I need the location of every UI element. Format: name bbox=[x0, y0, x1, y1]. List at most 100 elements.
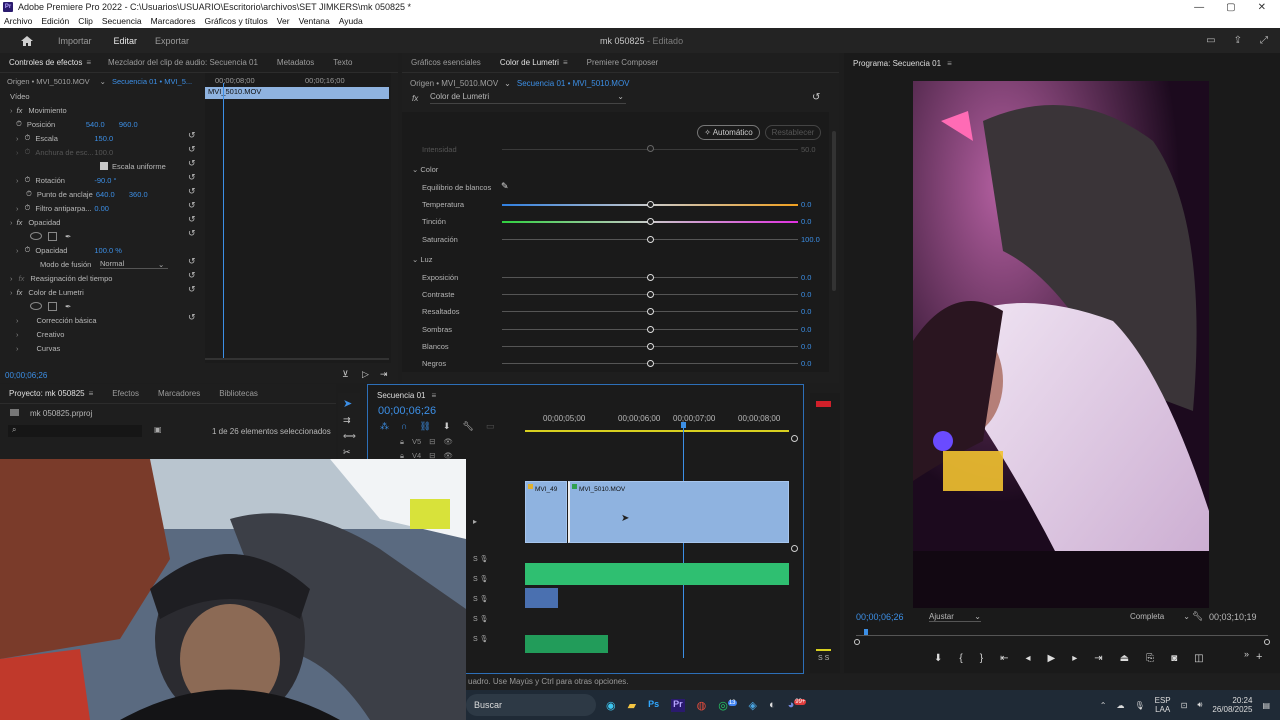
play-icon[interactable]: ▶ bbox=[1048, 653, 1056, 664]
stopwatch-icon[interactable]: ⏱ bbox=[25, 203, 31, 213]
razor-tool-icon[interactable]: ✂ bbox=[343, 447, 351, 458]
project-search-input[interactable]: ⌕ bbox=[8, 425, 142, 437]
ellipse-mask-icon[interactable] bbox=[30, 302, 42, 310]
linked-selection-icon[interactable]: ⛓ bbox=[419, 421, 430, 432]
premiere-taskbar-icon[interactable]: Pr bbox=[671, 698, 685, 712]
tab-premiere-composer[interactable]: Premiere Composer bbox=[587, 58, 659, 67]
captions-icon[interactable]: ▭ bbox=[486, 421, 495, 432]
meter-label[interactable]: S S bbox=[818, 655, 829, 662]
lift-icon[interactable]: ⏏ bbox=[1120, 653, 1129, 664]
eyedropper-icon[interactable]: ✎ bbox=[501, 181, 509, 192]
mic-icon[interactable]: 🎙︎ bbox=[1134, 701, 1144, 710]
program-playhead[interactable] bbox=[864, 629, 868, 635]
timeline-clip-mvi49[interactable]: MVI_49 bbox=[525, 481, 567, 543]
tab-proyecto[interactable]: Proyecto: mk 050825 bbox=[9, 389, 85, 398]
exposicion-knob[interactable] bbox=[647, 274, 654, 281]
marker-icon[interactable]: ⬇ bbox=[443, 421, 451, 432]
mark-in-icon[interactable]: { bbox=[959, 653, 962, 664]
lumetri-sequence[interactable]: Secuencia 01 • MVI_5010.MOV bbox=[517, 79, 630, 88]
stopwatch-icon[interactable]: ⏱ bbox=[25, 133, 31, 143]
timeline-clip-mvi5010[interactable]: MVI_5010.MOV bbox=[568, 481, 789, 543]
opacidad-value[interactable]: 100.0 % bbox=[94, 246, 122, 255]
panel-menu-icon[interactable]: ≡ bbox=[563, 58, 568, 67]
wrench-icon[interactable]: 🔧︎ bbox=[1192, 611, 1203, 622]
tincion-value[interactable]: 0.0 bbox=[801, 217, 811, 226]
rectangle-mask-icon[interactable] bbox=[48, 231, 57, 241]
track-select-tool-icon[interactable]: ⇉ bbox=[343, 415, 351, 426]
add-button-icon[interactable]: + bbox=[1256, 651, 1262, 663]
stopwatch-icon[interactable]: ⏱ bbox=[25, 245, 31, 255]
export-frame-icon[interactable]: ⇥ bbox=[380, 369, 388, 380]
timeline-playhead-line[interactable] bbox=[683, 428, 684, 658]
rectangle-mask-icon[interactable] bbox=[48, 301, 57, 311]
expand-track-icon[interactable]: ▸ bbox=[473, 517, 477, 526]
sequence-label[interactable]: Secuencia 01 • MVI_5... bbox=[112, 77, 192, 86]
panel-menu-icon[interactable]: ≡ bbox=[947, 59, 952, 68]
panel-menu-icon[interactable]: ≡ bbox=[89, 389, 94, 398]
rotacion-value[interactable]: -90.0 ° bbox=[94, 176, 116, 185]
fullscreen-icon[interactable]: ⤢ bbox=[1260, 35, 1268, 46]
program-video-frame[interactable] bbox=[913, 81, 1209, 608]
curvas-label[interactable]: Curvas bbox=[37, 344, 61, 353]
resaltados-knob[interactable] bbox=[647, 308, 654, 315]
settings-wrench-icon[interactable]: 🔧︎ bbox=[462, 421, 473, 432]
go-to-out-icon[interactable]: ⇥ bbox=[1094, 653, 1102, 664]
timeline-zoom-handle[interactable] bbox=[791, 435, 798, 442]
contraste-value[interactable]: 0.0 bbox=[801, 290, 811, 299]
tab-editar[interactable]: Editar bbox=[114, 36, 138, 46]
automatico-button[interactable]: ✧ Automático bbox=[697, 125, 760, 140]
menu-ventana[interactable]: Ventana bbox=[299, 16, 330, 26]
nest-icon[interactable]: ⁂ bbox=[380, 421, 389, 432]
fit-dropdown[interactable]: Ajustar ⌄ bbox=[929, 612, 981, 622]
lumetri-scrollbar[interactable] bbox=[832, 131, 836, 291]
filter-icon[interactable]: ⊻ bbox=[342, 369, 349, 380]
anclaje-x-value[interactable]: 640.0 bbox=[96, 190, 129, 199]
volume-icon[interactable]: 🔊︎ bbox=[1197, 700, 1202, 710]
expand-arrow-icon[interactable]: › bbox=[10, 106, 13, 115]
temperatura-knob[interactable] bbox=[647, 201, 654, 208]
step-back-icon[interactable]: ◂ bbox=[1025, 653, 1030, 664]
panel-menu-icon[interactable]: ≡ bbox=[86, 58, 91, 67]
effect-mini-timeline[interactable]: 00;00;08;00 00;00;16;00 MVI_5010.MOV bbox=[205, 73, 391, 363]
exposicion-value[interactable]: 0.0 bbox=[801, 273, 811, 282]
checkbox-escala-uniforme[interactable] bbox=[100, 162, 108, 170]
contraste-knob[interactable] bbox=[647, 291, 654, 298]
sombras-value[interactable]: 0.0 bbox=[801, 325, 811, 334]
blancos-knob[interactable] bbox=[647, 343, 654, 350]
source-label[interactable]: Origen • MVI_5010.MOV bbox=[7, 77, 90, 86]
escala-value[interactable]: 150.0 bbox=[94, 134, 113, 143]
project-file-name[interactable]: mk 050825.prproj bbox=[30, 409, 92, 418]
work-area-bar[interactable] bbox=[525, 430, 789, 432]
creativo-label[interactable]: Creativo bbox=[37, 330, 65, 339]
effect-controls-timecode[interactable]: 00;00;06;26 bbox=[5, 371, 47, 380]
mark-out-icon[interactable]: } bbox=[980, 653, 983, 664]
program-monitor-title[interactable]: Programa: Secuencia 01 bbox=[853, 59, 941, 68]
stopwatch-icon[interactable]: ⏱ bbox=[25, 175, 31, 185]
maximize-button[interactable]: ▢ bbox=[1226, 2, 1235, 13]
menu-ayuda[interactable]: Ayuda bbox=[339, 16, 363, 26]
scrub-start-handle[interactable] bbox=[854, 639, 860, 645]
lock-icon[interactable]: 🔒︎ bbox=[400, 437, 404, 447]
luz-section-label[interactable]: ⌄ Luz bbox=[412, 255, 432, 264]
reset-icon[interactable]: ↺ bbox=[812, 92, 820, 103]
tab-texto[interactable]: Texto bbox=[333, 58, 352, 67]
audio-clip-small[interactable] bbox=[525, 588, 558, 608]
camera-icon[interactable]: ◙ bbox=[1171, 653, 1177, 664]
play-only-icon[interactable]: ▷ bbox=[362, 369, 369, 380]
filtro-value[interactable]: 0.00 bbox=[94, 204, 109, 213]
scrub-end-handle[interactable] bbox=[1264, 639, 1270, 645]
sync-icon[interactable]: ⊟ bbox=[429, 437, 435, 447]
whatsapp-icon[interactable]: ◎13 bbox=[718, 699, 737, 712]
panel-layout-icon[interactable]: ▭ bbox=[1206, 35, 1215, 46]
comparison-icon[interactable]: ◫ bbox=[1194, 653, 1203, 664]
negros-value[interactable]: 0.0 bbox=[801, 359, 811, 368]
timeline-tab[interactable]: Secuencia 01 bbox=[377, 391, 425, 400]
audio-clip-main[interactable] bbox=[525, 563, 789, 585]
more-controls-icon[interactable]: » bbox=[1244, 649, 1249, 659]
add-marker-icon[interactable]: ⬇ bbox=[934, 653, 942, 664]
saturacion-knob[interactable] bbox=[647, 236, 654, 243]
menu-marcadores[interactable]: Marcadores bbox=[151, 16, 196, 26]
tab-color-lumetri[interactable]: Color de Lumetri bbox=[500, 58, 559, 67]
pen-mask-icon[interactable]: ✒ bbox=[65, 232, 71, 241]
home-icon[interactable] bbox=[20, 35, 34, 47]
